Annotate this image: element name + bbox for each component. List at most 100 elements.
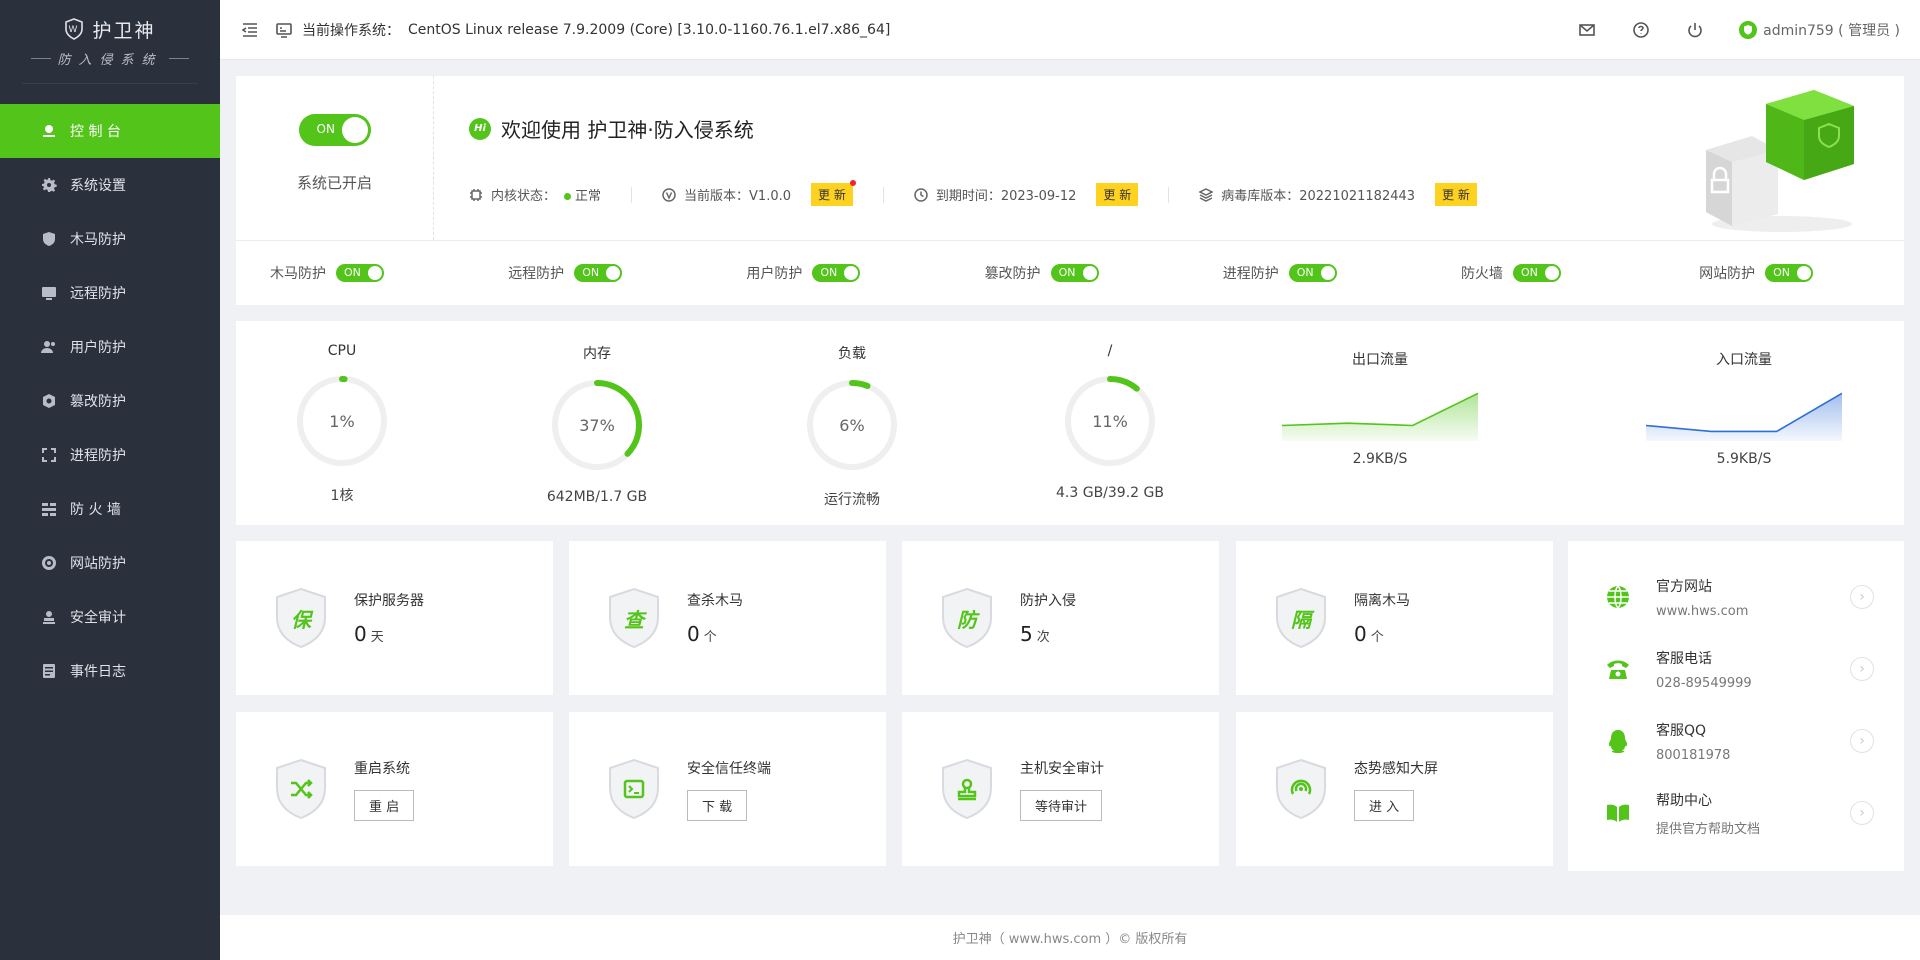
action-card-terminal: 安全信任终端下 载 — [569, 712, 886, 866]
gauge-title: CPU — [242, 343, 442, 359]
contact-website[interactable]: 官方网站www.hws.com › — [1604, 561, 1874, 633]
sidebar-item-log[interactable]: 事件日志 — [0, 644, 220, 698]
sidebar-item-process[interactable]: 进程防护 — [0, 428, 220, 482]
system-toggle[interactable]: ON — [299, 114, 371, 146]
brand-logo: W 护卫神 防入侵系统 — [22, 0, 198, 84]
download-button[interactable]: 下 载 — [687, 790, 747, 821]
users-icon — [40, 338, 58, 356]
sidebar-item-audit[interactable]: 安全审计 — [0, 590, 220, 644]
trojan-toggle[interactable]: ON — [336, 264, 384, 282]
sidebar-item-label: 控 制 台 — [70, 121, 121, 141]
user-name: admin759 ( 管理员 ) — [1763, 20, 1900, 40]
sidebar-item-label: 远程防护 — [70, 283, 126, 303]
sidebar-item-tamper[interactable]: 篡改防护 — [0, 374, 220, 428]
protection-item: 木马防护ON — [236, 263, 474, 283]
restart-button[interactable]: 重 启 — [354, 790, 414, 821]
gauge-percent: 6% — [804, 377, 900, 473]
flow-title: 出口流量 — [1270, 349, 1490, 369]
shuffle-icon — [274, 758, 328, 820]
protection-item: 篡改防护ON — [951, 263, 1189, 283]
brand-subtitle: 防入侵系统 — [57, 49, 162, 68]
cpu-gauge: CPU 1% 1核 — [242, 321, 442, 505]
dashboard-icon — [40, 122, 58, 140]
contact-phone[interactable]: 客服电话028-89549999 › — [1604, 633, 1874, 705]
tamper-icon — [40, 392, 58, 410]
load-gauge: 负载 6% 运行流畅 — [752, 321, 952, 509]
gauge-sub: 1核 — [242, 485, 442, 505]
stamp-icon — [940, 758, 994, 820]
chevron-right-icon[interactable]: › — [1850, 657, 1874, 681]
sidebar-item-dashboard[interactable]: 控 制 台 — [0, 104, 220, 158]
phone-icon — [1604, 655, 1632, 683]
remote-toggle[interactable]: ON — [574, 264, 622, 282]
sidebar-item-remote[interactable]: 远程防护 — [0, 266, 220, 320]
flow-value: 5.9KB/S — [1634, 451, 1854, 467]
status-row: 内核状态： 正常 当前版本：V1.0.0 更 新 到期时间：2023-09-12… — [469, 183, 1477, 206]
inbound-traffic: 入口流量 5.9KB/S — [1634, 321, 1854, 467]
user-shield-icon — [1739, 21, 1757, 39]
stat-label: 保护服务器 — [354, 590, 424, 610]
firewall-toggle[interactable]: ON — [1513, 264, 1561, 282]
help-icon[interactable] — [1631, 20, 1651, 40]
gauge-percent: 37% — [549, 377, 645, 473]
stat-value: 0个 — [1354, 622, 1410, 646]
await-audit-button[interactable]: 等待审计 — [1020, 790, 1102, 821]
flow-sparkline — [1646, 387, 1842, 441]
user-menu[interactable]: admin759 ( 管理员 ) — [1739, 20, 1900, 40]
gear-icon — [40, 176, 58, 194]
action-card-audit: 主机安全审计等待审计 — [902, 712, 1219, 866]
sidebar-item-website[interactable]: 网站防护 — [0, 536, 220, 590]
update-expire-button[interactable]: 更 新 — [1096, 183, 1138, 206]
gauge-title: / — [1010, 343, 1210, 359]
sidebar-item-users[interactable]: 用户防护 — [0, 320, 220, 374]
sidebar-item-label: 篡改防护 — [70, 391, 126, 411]
welcome-title: 欢迎使用 护卫神·防入侵系统 — [501, 114, 754, 143]
protection-item: 网站防护ON — [1665, 263, 1903, 283]
chevron-right-icon[interactable]: › — [1850, 585, 1874, 609]
sidebar-item-trojan[interactable]: 木马防护 — [0, 212, 220, 266]
os-label: 当前操作系统： — [302, 20, 400, 40]
audit-icon — [40, 608, 58, 626]
sidebar: W 护卫神 防入侵系统 控 制 台 系统设置 木马防护 远程防护 用户防护 篡改… — [0, 0, 220, 960]
mail-icon[interactable] — [1577, 20, 1597, 40]
contact-value: 800181978 — [1656, 748, 1730, 763]
chevron-right-icon[interactable]: › — [1850, 801, 1874, 825]
gauge-sub: 运行流畅 — [752, 489, 952, 509]
qq-icon — [1604, 727, 1632, 755]
os-info: 当前操作系统： CentOS Linux release 7.9.2009 (C… — [274, 20, 890, 40]
website-toggle[interactable]: ON — [1765, 264, 1813, 282]
action-label: 重启系统 — [354, 758, 414, 778]
update-virus-db-button[interactable]: 更 新 — [1435, 183, 1477, 206]
top-bar: 当前操作系统： CentOS Linux release 7.9.2009 (C… — [220, 0, 1920, 60]
power-icon[interactable] — [1685, 20, 1705, 40]
gauge-sub: 642MB/1.7 GB — [497, 489, 697, 505]
sidebar-item-label: 系统设置 — [70, 175, 126, 195]
protection-item: 用户防护ON — [712, 263, 950, 283]
enter-button[interactable]: 进 入 — [1354, 790, 1414, 821]
sidebar-item-settings[interactable]: 系统设置 — [0, 158, 220, 212]
system-status: 系统已开启 — [297, 172, 372, 193]
user-toggle[interactable]: ON — [812, 264, 860, 282]
contact-help[interactable]: 帮助中心提供官方帮助文档 › — [1604, 777, 1874, 849]
sidebar-item-label: 用户防护 — [70, 337, 126, 357]
contact-qq[interactable]: 客服QQ 800181978 › — [1604, 705, 1874, 777]
system-toggle-label: ON — [317, 122, 335, 136]
contact-label: 客服QQ — [1656, 720, 1730, 740]
remote-icon — [40, 284, 58, 302]
action-label: 态势感知大屏 — [1354, 758, 1438, 778]
protection-item: 进程防护ON — [1189, 263, 1427, 283]
menu-collapse-icon[interactable] — [240, 20, 260, 40]
terminal-icon — [607, 758, 661, 820]
update-version-button[interactable]: 更 新 — [811, 183, 853, 206]
chevron-right-icon[interactable]: › — [1850, 729, 1874, 753]
kernel-value: 正常 — [564, 185, 601, 204]
stat-card-intrusion: 防 防护入侵5次 — [902, 541, 1219, 695]
disk-gauge: / 11% 4.3 GB/39.2 GB — [1010, 321, 1210, 501]
process-toggle[interactable]: ON — [1289, 264, 1337, 282]
protection-item: 远程防护ON — [474, 263, 712, 283]
sidebar-item-firewall[interactable]: 防 火 墙 — [0, 482, 220, 536]
action-card-restart: 重启系统重 启 — [236, 712, 553, 866]
stat-value: 0个 — [687, 622, 743, 646]
book-icon — [1604, 799, 1632, 827]
tamper-toggle[interactable]: ON — [1051, 264, 1099, 282]
